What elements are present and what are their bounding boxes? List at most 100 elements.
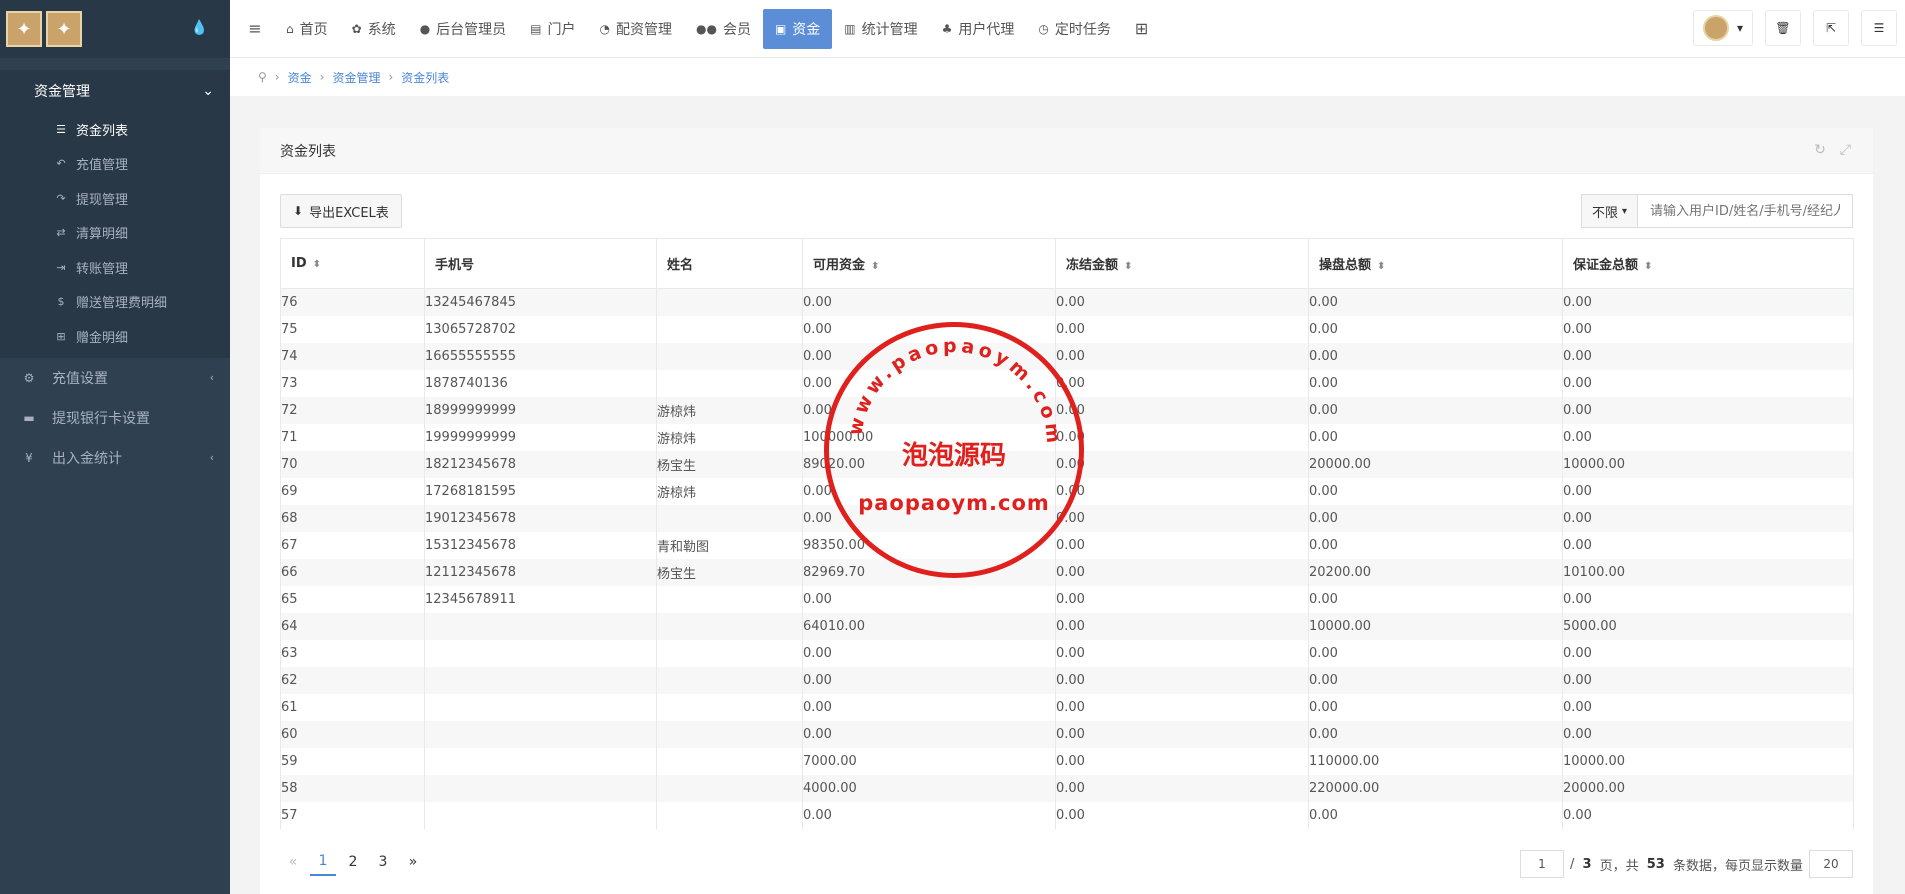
table-cell: 10000.00 bbox=[1308, 612, 1563, 640]
sidebar-subitem[interactable]: $ 赠送管理费明细 bbox=[0, 285, 230, 320]
sort-icon[interactable]: ⬍ bbox=[313, 259, 321, 270]
clock-icon: ◷ bbox=[1038, 21, 1049, 36]
breadcrumb-item[interactable]: 资金 bbox=[288, 69, 312, 86]
nav-tab[interactable]: ♣ 用户代理 bbox=[930, 9, 1027, 49]
page-link[interactable]: 3 bbox=[370, 848, 396, 876]
nav-tab-label: 系统 bbox=[367, 21, 396, 38]
table-cell: 0.00 bbox=[1308, 477, 1563, 505]
sidebar-subitem[interactable]: ⊞ 赠金明细 bbox=[0, 319, 230, 354]
sidebar-subitem-label: 资金列表 bbox=[76, 123, 129, 139]
theme-drop-icon[interactable]: 💧 bbox=[191, 20, 208, 36]
clear-cache-button[interactable]: 🗑 bbox=[1765, 10, 1801, 46]
column-header[interactable]: 冻结金额 ⬍ bbox=[1055, 238, 1309, 289]
table-cell bbox=[656, 666, 803, 694]
table-cell: 游椋炜 bbox=[656, 396, 803, 424]
table-cell bbox=[656, 342, 803, 370]
bar-chart-icon: ▥ bbox=[844, 21, 856, 36]
column-header-label: ID bbox=[291, 256, 307, 271]
table-cell bbox=[424, 774, 657, 802]
nav-tab[interactable]: ⌂ 首页 bbox=[274, 9, 340, 49]
sidebar-item[interactable]: ¥ 出入金统计 ‹ bbox=[0, 438, 230, 478]
table-cell bbox=[656, 639, 803, 667]
table-cell: 62 bbox=[280, 666, 425, 694]
sidebar-group-funds[interactable]: 资金管理 ⌄ bbox=[0, 70, 230, 112]
pager-text: 页，共 bbox=[1595, 858, 1643, 874]
nav-tab-label: 用户代理 bbox=[958, 21, 1015, 38]
search-input[interactable] bbox=[1638, 194, 1853, 228]
prev-page-button[interactable]: « bbox=[280, 848, 306, 876]
table-row: 62 0.00 0.00 0.00 0.00 bbox=[280, 666, 1854, 694]
column-header[interactable]: ID ⬍ bbox=[280, 238, 425, 289]
column-header[interactable]: 操盘总额 ⬍ bbox=[1308, 238, 1563, 289]
nav-tab[interactable]: ✿ 系统 bbox=[340, 9, 408, 49]
column-header-label: 可用资金 bbox=[813, 258, 866, 273]
refresh-icon[interactable]: ↻ bbox=[1814, 142, 1826, 158]
list-icon: ☰ bbox=[56, 122, 66, 136]
grid-menu-icon[interactable]: ⊞ bbox=[1123, 9, 1160, 49]
table-row: 69 17268181595 游椋炜 0.00 0.00 0.00 0.00 bbox=[280, 477, 1854, 505]
table-cell bbox=[656, 612, 803, 640]
sort-icon[interactable]: ⬍ bbox=[1644, 261, 1652, 272]
sidebar-subitem[interactable]: ↶ 充值管理 bbox=[0, 147, 230, 182]
table-cell: 0.00 bbox=[1308, 342, 1563, 370]
settings-panel-button[interactable]: ☰ bbox=[1861, 10, 1897, 46]
breadcrumb-item[interactable]: 资金列表 bbox=[401, 69, 449, 86]
nav-tab[interactable]: ● 后台管理员 bbox=[408, 9, 518, 49]
table-cell: 89020.00 bbox=[802, 450, 1056, 478]
table-cell: 0.00 bbox=[802, 369, 1056, 397]
page-link[interactable]: 2 bbox=[340, 848, 366, 876]
open-site-button[interactable]: ⇱ bbox=[1813, 10, 1849, 46]
table-cell: 0.00 bbox=[1055, 477, 1309, 505]
sidebar-subitem[interactable]: ⇥ 转账管理 bbox=[0, 250, 230, 285]
nav-tab[interactable]: ●● 会员 bbox=[684, 9, 763, 49]
gear-icon: ⚙ bbox=[23, 370, 35, 385]
sort-icon[interactable]: ⬍ bbox=[1377, 261, 1385, 272]
nav-tab[interactable]: ◷ 定时任务 bbox=[1026, 9, 1122, 49]
table-cell: 67 bbox=[280, 531, 425, 559]
breadcrumb-item[interactable]: 资金管理 bbox=[332, 69, 380, 86]
page-size-input[interactable]: 20 bbox=[1809, 850, 1853, 878]
table-cell bbox=[656, 369, 803, 397]
brand-logo-icon[interactable]: ✦ bbox=[46, 11, 82, 47]
reply-icon: ↶ bbox=[56, 157, 66, 171]
sidebar-subitem[interactable]: ☰ 资金列表 bbox=[0, 112, 230, 147]
sitemap-icon: ♣ bbox=[941, 21, 953, 36]
table-cell: 0.00 bbox=[1308, 369, 1563, 397]
table-cell: 20000.00 bbox=[1308, 450, 1563, 478]
table-cell: 0.00 bbox=[1055, 747, 1309, 775]
column-header[interactable]: 保证金总额 ⬍ bbox=[1562, 238, 1854, 289]
brand-logo-icon[interactable]: ✦ bbox=[6, 11, 42, 47]
total-pages: 3 bbox=[1582, 856, 1592, 872]
sidebar-subitem[interactable]: ⇄ 清算明细 bbox=[0, 216, 230, 251]
sort-icon[interactable]: ⬍ bbox=[871, 261, 879, 272]
column-header[interactable]: 可用资金 ⬍ bbox=[802, 238, 1056, 289]
share-icon: ↷ bbox=[56, 191, 66, 205]
export-label: 导出EXCEL表 bbox=[309, 205, 389, 221]
export-excel-button[interactable]: ⬇ 导出EXCEL表 bbox=[280, 194, 402, 228]
sidebar-item[interactable]: ⚙ 充值设置 ‹ bbox=[0, 358, 230, 398]
table-cell: 19012345678 bbox=[424, 504, 657, 532]
sort-icon[interactable]: ⬍ bbox=[1124, 261, 1132, 272]
next-page-button[interactable]: » bbox=[400, 848, 426, 876]
fullscreen-icon[interactable]: ⤢ bbox=[1840, 142, 1851, 158]
sidebar-item[interactable]: ▬ 提现银行卡设置 bbox=[0, 398, 230, 438]
table-cell: 0.00 bbox=[1055, 288, 1309, 316]
nav-tab[interactable]: ▣ 资金 bbox=[762, 8, 833, 49]
table-cell: 82969.70 bbox=[802, 558, 1056, 586]
nav-tab[interactable]: ▥ 统计管理 bbox=[832, 9, 929, 49]
nav-tab[interactable]: ◔ 配资管理 bbox=[588, 9, 684, 49]
table-cell: 10000.00 bbox=[1562, 747, 1854, 775]
funds-list-panel: 资金列表 ↻ ⤢ ⬇ 导出EXCEL表 不限 ▾ ID⬍手机号姓名可用资金⬍冻结… bbox=[260, 128, 1873, 894]
user-menu-button[interactable]: ▾ bbox=[1693, 10, 1753, 46]
table-cell: 0.00 bbox=[1562, 288, 1854, 316]
sidebar-item-label: 充值设置 bbox=[52, 370, 108, 387]
menu-toggle-icon[interactable]: ≡ bbox=[236, 19, 274, 38]
nav-tab[interactable]: ▤ 门户 bbox=[518, 9, 587, 49]
sidebar-subitem[interactable]: ↷ 提现管理 bbox=[0, 181, 230, 216]
page-jump-input[interactable]: 1 bbox=[1519, 850, 1564, 878]
column-header-label: 操盘总额 bbox=[1319, 258, 1372, 273]
funds-table: ID ⬍ 手机号 姓名 可用资金 ⬍ 冻结金额 ⬍ 操盘总额 ⬍ 保证金总额 ⬍ 76 13245467… bbox=[280, 238, 1854, 829]
panel-title: 资金列表 bbox=[280, 143, 336, 160]
page-link[interactable]: 1 bbox=[310, 848, 336, 876]
filter-dropdown[interactable]: 不限 ▾ bbox=[1580, 194, 1638, 228]
